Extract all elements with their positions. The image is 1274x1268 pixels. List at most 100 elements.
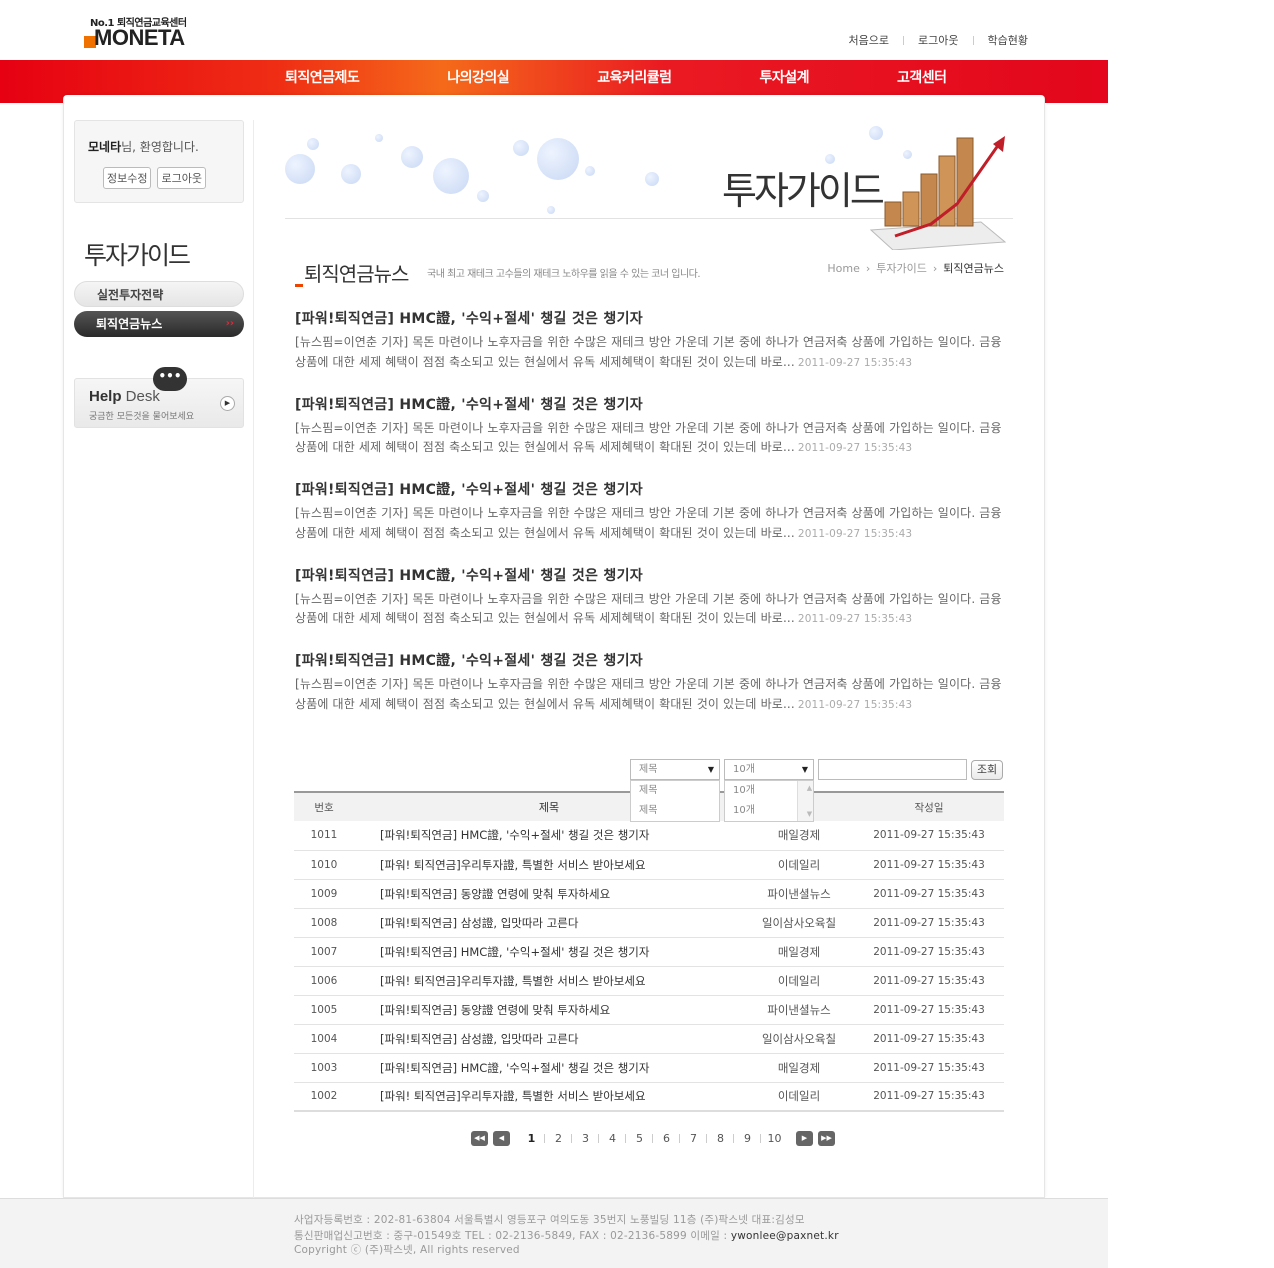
news-title[interactable]: [파워!퇴직연금] HMC證, '수익+절세' 챙길 것은 챙기자	[295, 394, 1005, 414]
page-link[interactable]: 6	[653, 1132, 680, 1145]
row-date: 2011-09-27 15:35:43	[854, 995, 1004, 1025]
row-number: 1007	[294, 937, 354, 967]
page-link[interactable]: 9	[734, 1132, 761, 1145]
news-item: [파워!퇴직연금] HMC證, '수익+절세' 챙길 것은 챙기자 [뉴스핌=이…	[295, 650, 1005, 736]
page-link[interactable]: 1	[518, 1132, 545, 1145]
search-field-options: 제목 제목	[630, 780, 720, 822]
news-summary: [뉴스핌=이연춘 기자] 목돈 마련이나 노후자금을 위한 수많은 재테크 방안…	[295, 591, 1002, 626]
welcome-message: 모네타님, 환영합니다.	[88, 138, 199, 155]
breadcrumb: Home › 투자가이드 › 퇴직연금뉴스	[827, 260, 1004, 276]
divider	[903, 35, 905, 45]
help-desk-banner[interactable]: ••• Help Desk 궁금한 모든것을 물어보세요 ▶	[74, 367, 244, 428]
search-field-select[interactable]: 제목 ▼	[630, 759, 720, 780]
pagination: ◀◀ ◀ 1 2 3 4 5 6 7 8 9 10 ▶ ▶▶	[471, 1131, 840, 1146]
table-row: 1002 [파워! 퇴직연금]우리투자證, 특별한 서비스 받아보세요 이데일리 20…	[294, 1082, 1004, 1112]
news-summary: [뉴스핌=이연춘 기자] 목돈 마련이나 노후자금을 위한 수많은 재테크 방안…	[295, 335, 1002, 369]
row-date: 2011-09-27 15:35:43	[854, 1053, 1004, 1083]
logout-button[interactable]: 로그아웃	[157, 167, 206, 189]
news-title[interactable]: [파워!퇴직연금] HMC證, '수익+절세' 챙길 것은 챙기자	[295, 479, 1005, 499]
dropdown-scrollbar[interactable]: ▲ ▼	[797, 781, 813, 821]
page-link[interactable]: 5	[626, 1132, 653, 1145]
learning-status-link[interactable]: 학습현황	[988, 32, 1028, 48]
row-number: 1009	[294, 879, 354, 909]
breadcrumb-home[interactable]: Home	[827, 262, 859, 275]
breadcrumb-current: 퇴직연금뉴스	[943, 262, 1004, 275]
nav-investment-planning[interactable]: 투자설계	[759, 60, 809, 96]
row-number: 1011	[294, 821, 354, 851]
title-marker	[295, 284, 303, 287]
nav-curriculum[interactable]: 교육커리큘럼	[597, 60, 672, 96]
news-title[interactable]: [파워!퇴직연금] HMC證, '수익+절세' 챙길 것은 챙기자	[295, 308, 1005, 328]
table-row: 1009 [파워!퇴직연금] 동양證 연령에 맞춰 투자하세요 파이낸셜뉴스 2011…	[294, 879, 1004, 909]
edit-info-button[interactable]: 정보수정	[103, 167, 152, 189]
row-title-link[interactable]: [파워! 퇴직연금]우리투자證, 특별한 서비스 받아보세요	[354, 850, 744, 880]
search-button[interactable]: 조회	[971, 760, 1003, 780]
nav-customer-center[interactable]: 고객센터	[897, 60, 947, 96]
email-link[interactable]: ywonlee@paxnet.kr	[731, 1230, 839, 1242]
row-title-link[interactable]: [파워!퇴직연금] 삼성證, 입맛따라 고른다	[354, 908, 744, 938]
copyright: Copyright ⓒ (주)팍스넷, All rights reserved	[294, 1244, 520, 1256]
row-source: 파이낸셜뉴스	[744, 879, 854, 909]
page-size-options: 10개 10개 ▲ ▼	[724, 780, 814, 822]
row-number: 1008	[294, 908, 354, 938]
row-title-link[interactable]: [파워!퇴직연금] HMC證, '수익+절세' 챙길 것은 챙기자	[354, 1053, 744, 1083]
row-title-link[interactable]: [파워!퇴직연금] 동양證 연령에 맞춰 투자하세요	[354, 879, 744, 909]
news-item: [파워!퇴직연금] HMC證, '수익+절세' 챙길 것은 챙기자 [뉴스핌=이…	[295, 565, 1005, 651]
row-title-link[interactable]: [파워!퇴직연금] HMC證, '수익+절세' 챙길 것은 챙기자	[354, 821, 744, 851]
table-row: 1010 [파워! 퇴직연금]우리투자證, 특별한 서비스 받아보세요 이데일리 20…	[294, 850, 1004, 880]
table-row: 1003 [파워!퇴직연금] HMC證, '수익+절세' 챙길 것은 챙기자 매일경…	[294, 1053, 1004, 1083]
row-title-link[interactable]: [파워! 퇴직연금]우리투자證, 특별한 서비스 받아보세요	[354, 966, 744, 996]
news-title[interactable]: [파워!퇴직연금] HMC證, '수익+절세' 챙길 것은 챙기자	[295, 650, 1005, 670]
search-input[interactable]	[818, 759, 967, 780]
nav-pension-system[interactable]: 퇴직연금제도	[285, 60, 360, 96]
row-date: 2011-09-27 15:35:43	[854, 850, 1004, 880]
page-link[interactable]: 7	[680, 1132, 707, 1145]
logout-link[interactable]: 로그아웃	[918, 32, 958, 48]
news-summary: [뉴스핌=이연춘 기자] 목돈 마련이나 노후자금을 위한 수많은 재테크 방안…	[295, 506, 1002, 540]
caret-down-icon: ▼	[707, 765, 714, 774]
search-bar: 제목 ▼ 제목 제목 10개 ▼ 10개 10개 ▲ ▼ 조회	[630, 759, 1005, 822]
side-menu-item-strategy[interactable]: 실전투자전략	[74, 281, 244, 307]
row-title-link[interactable]: [파워!퇴직연금] HMC證, '수익+절세' 챙길 것은 챙기자	[354, 937, 744, 967]
first-page-icon[interactable]: ◀◀	[471, 1131, 488, 1146]
row-title-link[interactable]: [파워!퇴직연금] 동양證 연령에 맞춰 투자하세요	[354, 995, 744, 1025]
side-menu-item-news[interactable]: 퇴직연금뉴스 ››	[74, 311, 244, 337]
side-menu-label: 퇴직연금뉴스	[96, 317, 163, 331]
row-source: 일이삼사오육칠	[744, 1024, 854, 1054]
page-size-select[interactable]: 10개 ▼	[724, 759, 814, 780]
row-date: 2011-09-27 15:35:43	[854, 966, 1004, 996]
table-row: 1007 [파워!퇴직연금] HMC證, '수익+절세' 챙길 것은 챙기자 매일경…	[294, 937, 1004, 967]
news-table: 번호 제목 작성일 1011 [파워!퇴직연금] HMC證, '수익+절세' 챙길…	[294, 791, 1004, 1112]
caret-down-icon: ▼	[801, 765, 808, 774]
row-title-link[interactable]: [파워!퇴직연금] 삼성證, 입맛따라 고른다	[354, 1024, 744, 1054]
row-source: 파이낸셜뉴스	[744, 995, 854, 1025]
row-source: 이데일리	[744, 1082, 854, 1112]
page-link[interactable]: 4	[599, 1132, 626, 1145]
row-number: 1002	[294, 1082, 354, 1112]
moneta-logo[interactable]: No.1 퇴직연금교육센터 MONETA	[84, 14, 204, 50]
breadcrumb-guide[interactable]: 투자가이드	[876, 260, 927, 276]
visual-title: 투자가이드	[722, 169, 885, 213]
row-date: 2011-09-27 15:35:43	[854, 821, 1004, 851]
nav-my-classroom[interactable]: 나의강의실	[447, 60, 509, 96]
chevron-right-icon: ››	[225, 318, 234, 329]
page-link[interactable]: 3	[572, 1132, 599, 1145]
col-number: 번호	[294, 791, 354, 821]
logo-name: MONETA	[94, 25, 185, 50]
chevron-right-icon: ›	[932, 261, 938, 275]
table-row: 1011 [파워!퇴직연금] HMC證, '수익+절세' 챙길 것은 챙기자 매일경…	[294, 821, 1004, 851]
table-row: 1008 [파워!퇴직연금] 삼성證, 입맛따라 고른다 일이삼사오육칠 2011-0…	[294, 908, 1004, 938]
page-link[interactable]: 10	[761, 1132, 788, 1145]
last-page-icon[interactable]: ▶▶	[818, 1131, 835, 1146]
next-page-icon[interactable]: ▶	[796, 1131, 813, 1146]
growth-chart-icon	[869, 136, 1007, 250]
search-field-option[interactable]: 제목	[631, 781, 719, 801]
prev-page-icon[interactable]: ◀	[493, 1131, 510, 1146]
page-link[interactable]: 2	[545, 1132, 572, 1145]
news-title[interactable]: [파워!퇴직연금] HMC證, '수익+절세' 챙길 것은 챙기자	[295, 565, 1005, 585]
search-field-option[interactable]: 제목	[631, 801, 719, 821]
home-link[interactable]: 처음으로	[849, 32, 889, 48]
row-date: 2011-09-27 15:35:43	[854, 908, 1004, 938]
page-link[interactable]: 8	[707, 1132, 734, 1145]
row-title-link[interactable]: [파워! 퇴직연금]우리투자證, 특별한 서비스 받아보세요	[354, 1082, 744, 1112]
